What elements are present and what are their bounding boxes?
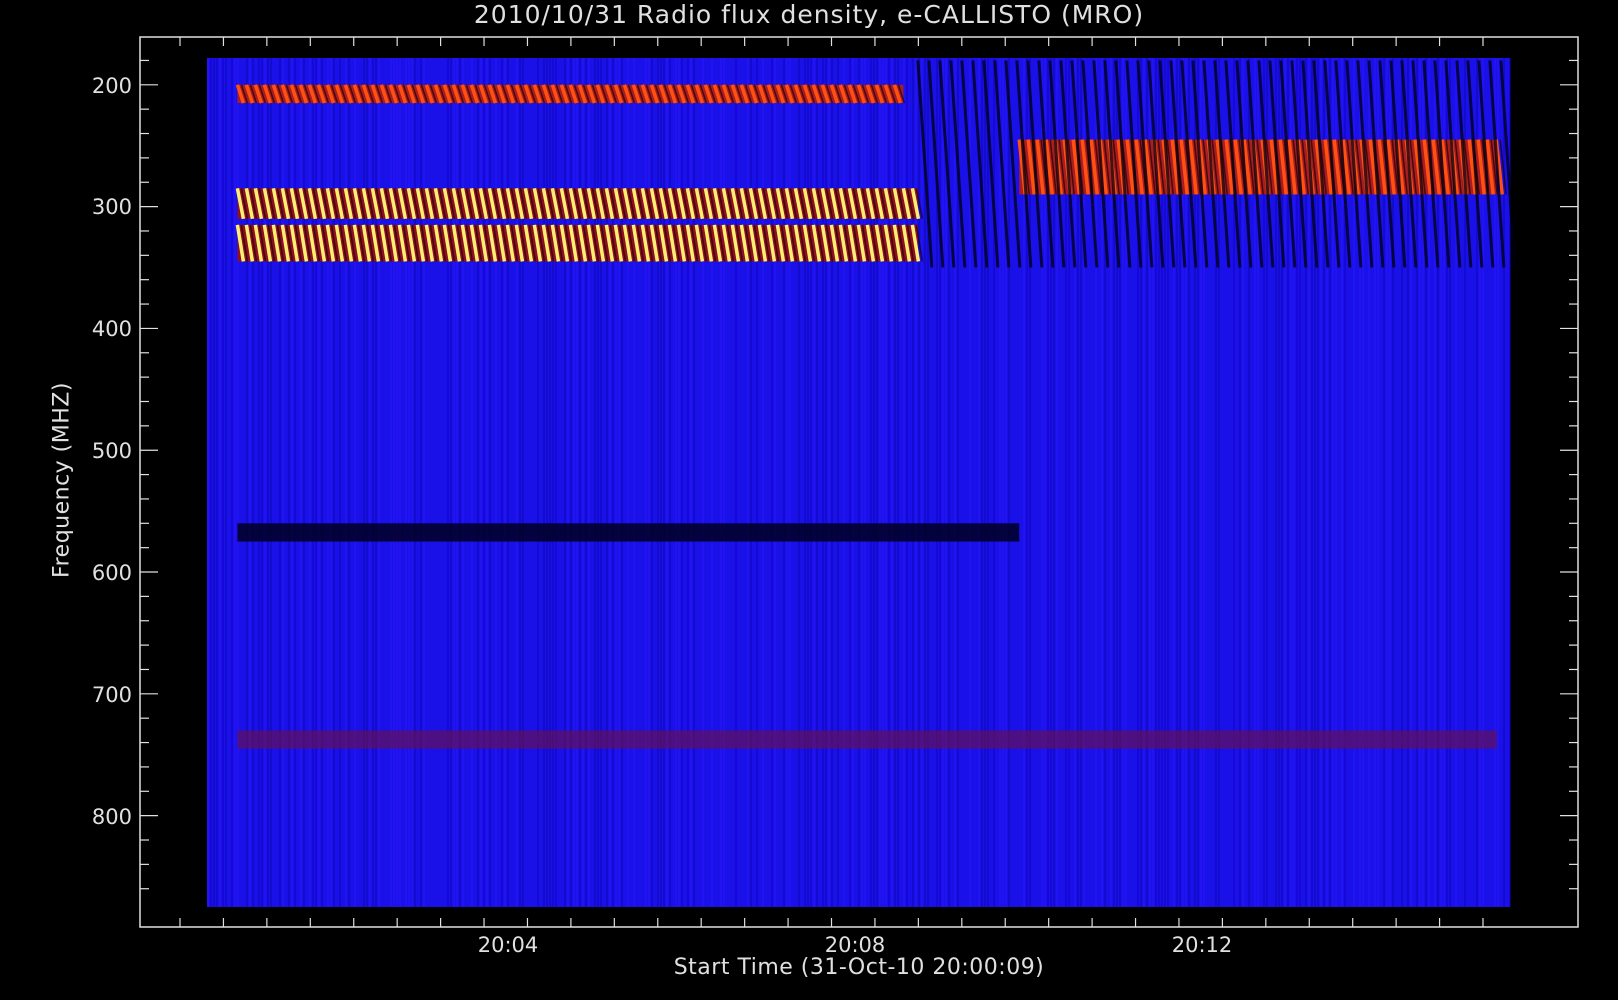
emission-band <box>235 224 924 262</box>
x-tick-label: 20:08 <box>824 933 886 957</box>
y-tick-label: 600 <box>91 561 132 585</box>
emission-band <box>235 84 906 104</box>
y-tick-label: 700 <box>91 683 132 707</box>
emission-band <box>237 523 1020 542</box>
x-tick-label: 20:12 <box>1171 933 1233 957</box>
y-tick-label: 500 <box>91 439 132 463</box>
x-tick-label: 20:04 <box>477 933 539 957</box>
x-axis-label: Start Time (31-Oct-10 20:00:09) <box>673 955 1045 980</box>
spectrogram-chart <box>139 36 1579 928</box>
y-tick-label: 200 <box>91 74 132 98</box>
y-tick-label: 300 <box>91 195 132 219</box>
emission-band <box>235 187 924 220</box>
y-axis-label: Frequency (MHZ) <box>49 382 75 578</box>
y-tick-label: 800 <box>91 805 132 829</box>
emission-band <box>237 730 1497 749</box>
y-tick-label: 400 <box>91 317 132 341</box>
chart-title: 2010/10/31 Radio flux density, e-CALLIST… <box>473 0 1145 29</box>
